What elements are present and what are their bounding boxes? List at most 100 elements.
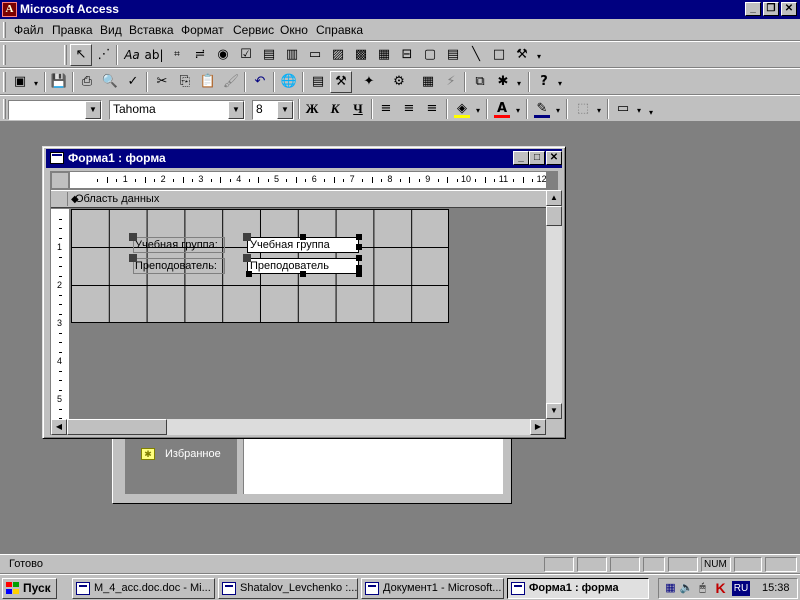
page-break-icon[interactable]: ⊟: [396, 44, 418, 66]
resize-handle[interactable]: [356, 271, 362, 277]
menu-edit[interactable]: Правка: [52, 23, 93, 37]
horizontal-scrollbar[interactable]: ◀ ▶: [51, 419, 546, 435]
toolbox-grip[interactable]: [64, 45, 67, 65]
print-icon[interactable]: ⎙: [76, 71, 98, 93]
view-dropdown-icon[interactable]: ▾: [31, 73, 41, 95]
resize-handle[interactable]: [300, 271, 306, 277]
detail-section-grid[interactable]: Учебная группа: Учебная группа Преподова…: [71, 209, 449, 323]
underline-icon[interactable]: Ч: [347, 98, 369, 120]
keyboard-switcher-icon[interactable]: K: [713, 581, 728, 596]
command-button-icon[interactable]: ▭: [304, 44, 326, 66]
volume-icon[interactable]: 🔈: [679, 581, 694, 596]
special-effect-icon[interactable]: ▭: [612, 98, 634, 120]
pointer-icon[interactable]: ↖: [70, 44, 92, 66]
favorites-label[interactable]: Избранное: [165, 448, 221, 461]
task-word-doc-1[interactable]: M_4_acc.doc.doc - Mi...: [72, 578, 215, 599]
db-objects-list[interactable]: [243, 434, 503, 494]
menu-insert[interactable]: Вставка: [129, 23, 174, 37]
paste-icon[interactable]: 📋: [197, 71, 219, 93]
tab-control-icon[interactable]: ▢: [419, 44, 441, 66]
resize-handle[interactable]: [246, 271, 252, 277]
line-color-dropdown-icon[interactable]: ▾: [553, 100, 563, 122]
line-width-dropdown-icon[interactable]: ▾: [594, 100, 604, 122]
form-icon[interactable]: [50, 152, 64, 164]
task-shatalov[interactable]: Shatalov_Levchenko :...: [218, 578, 358, 599]
form-titlebar[interactable]: Форма1 : форма _ □ ✕: [46, 149, 562, 168]
resize-handle[interactable]: [356, 234, 362, 240]
spelling-icon[interactable]: ✓: [122, 71, 144, 93]
vertical-scroll-thumb[interactable]: [546, 206, 562, 226]
format-painter-icon[interactable]: 🖌: [220, 71, 242, 93]
menu-file[interactable]: Файл: [14, 23, 44, 37]
cut-icon[interactable]: ✂: [151, 71, 173, 93]
option-group-icon[interactable]: ⌗: [166, 44, 188, 66]
language-indicator[interactable]: RU: [732, 581, 750, 596]
fill-color-dropdown-icon[interactable]: ▾: [473, 100, 483, 122]
image-icon[interactable]: ▨: [327, 44, 349, 66]
menu-window[interactable]: Окно: [280, 23, 308, 37]
line-width-icon[interactable]: ⬚: [572, 98, 594, 120]
horizontal-scroll-thumb[interactable]: [67, 419, 167, 435]
database-window-icon[interactable]: ⧉: [469, 71, 491, 93]
form-minimize-button[interactable]: _: [513, 151, 529, 165]
print-preview-icon[interactable]: 🔍: [99, 71, 121, 93]
toolbar-grip[interactable]: [3, 99, 6, 119]
toggle-icon[interactable]: ≓: [189, 44, 211, 66]
font-color-dropdown-icon[interactable]: ▾: [513, 100, 523, 122]
app-titlebar[interactable]: A Microsoft Access _ ❐ ✕: [0, 0, 800, 19]
scroll-right-icon[interactable]: ▶: [530, 419, 546, 435]
move-handle[interactable]: [243, 233, 251, 241]
wizard-icon[interactable]: ⋰: [93, 44, 115, 66]
combo-box-icon[interactable]: ▤: [258, 44, 280, 66]
label-icon[interactable]: Aa: [121, 44, 143, 66]
section-selector[interactable]: [52, 192, 68, 206]
toolbox-toggle-icon[interactable]: ⚒: [330, 71, 352, 93]
label-teacher[interactable]: Преподователь:: [133, 258, 225, 274]
resize-handle[interactable]: [356, 255, 362, 261]
font-combo[interactable]: Tahoma ▼: [109, 100, 245, 120]
font-color-icon[interactable]: A: [491, 98, 513, 120]
italic-icon[interactable]: К: [324, 98, 346, 120]
detail-section-header[interactable]: ◆ Область данных: [51, 190, 546, 208]
form-maximize-button[interactable]: □: [529, 151, 545, 165]
undo-icon[interactable]: ↶: [249, 71, 271, 93]
view-icon[interactable]: ▣: [9, 71, 31, 93]
line-icon[interactable]: ╲: [465, 44, 487, 66]
copy-icon[interactable]: ⎘: [174, 71, 196, 93]
checkbox-icon[interactable]: ☑: [235, 44, 257, 66]
font-combo-dropdown-icon[interactable]: ▼: [228, 101, 244, 119]
size-combo-dropdown-icon[interactable]: ▼: [277, 101, 293, 119]
start-button[interactable]: Пуск: [2, 578, 57, 599]
toolbar-grip[interactable]: [3, 45, 6, 65]
align-left-icon[interactable]: ≡: [375, 98, 397, 120]
subform-icon[interactable]: ▤: [442, 44, 464, 66]
horizontal-ruler[interactable]: 1 2 3 4 5 6 7 8 9 10 11 12: [70, 172, 546, 189]
restore-button[interactable]: ❐: [763, 2, 779, 16]
form-close-button[interactable]: ✕: [546, 151, 562, 165]
code-icon[interactable]: ⚙: [388, 71, 410, 93]
align-center-icon[interactable]: ≡: [398, 98, 420, 120]
line-color-icon[interactable]: ✎: [531, 98, 553, 120]
new-object-icon[interactable]: ✱: [492, 71, 514, 93]
option-button-icon[interactable]: ◉: [212, 44, 234, 66]
bound-frame-icon[interactable]: ▦: [373, 44, 395, 66]
menubar-grip[interactable]: [3, 22, 6, 38]
field-list-icon[interactable]: ▤: [307, 71, 329, 93]
properties-icon[interactable]: ▦: [417, 71, 439, 93]
move-handle[interactable]: [129, 254, 137, 262]
more-controls-icon[interactable]: ⚒: [511, 44, 533, 66]
task-word-doc-2[interactable]: Документ1 - Microsoft...: [361, 578, 504, 599]
list-box-icon[interactable]: ▥: [281, 44, 303, 66]
menu-view[interactable]: Вид: [100, 23, 122, 37]
favorites-icon[interactable]: ✱: [141, 448, 155, 460]
move-handle[interactable]: [129, 233, 137, 241]
menu-format[interactable]: Формат: [181, 23, 224, 37]
object-combo[interactable]: ▼: [8, 100, 102, 120]
vertical-scrollbar[interactable]: ▲ ▼: [546, 190, 562, 419]
scroll-up-icon[interactable]: ▲: [546, 190, 562, 206]
menu-tools[interactable]: Сервис: [233, 23, 274, 37]
form-selector[interactable]: [51, 172, 69, 189]
close-button[interactable]: ✕: [781, 2, 797, 16]
unbound-frame-icon[interactable]: ▩: [350, 44, 372, 66]
fill-color-icon[interactable]: ◈: [451, 98, 473, 120]
